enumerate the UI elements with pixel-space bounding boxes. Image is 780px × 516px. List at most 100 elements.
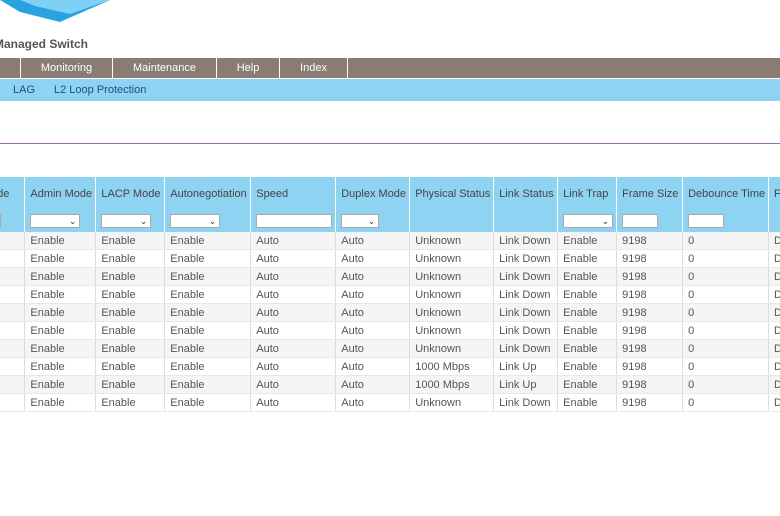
col-header[interactable]: Frame Size [616,177,684,210]
col-header[interactable]: Link Status [493,177,559,210]
table-cell: D [768,357,780,376]
chevron-down-icon: ⌄ [367,216,376,226]
table-cell: Auto [250,375,337,394]
table-cell: 9198 [616,303,684,322]
filter-select-duplex-mode[interactable]: ⌄ [341,214,380,228]
table-row[interactable]: eEnableEnableEnableAutoAutoUnknownLink D… [0,285,780,304]
col-header[interactable]: Physical Status [409,177,495,210]
table-cell: 9198 [616,393,684,412]
table-cell: e [0,285,26,304]
nav-help[interactable]: Help [217,58,280,78]
filter-input-debounce-time[interactable] [688,214,725,228]
filter-input-speed[interactable] [256,214,333,228]
table-row[interactable]: eEnableEnableEnableAutoAutoUnknownLink D… [0,321,780,340]
table-cell: D [768,339,780,358]
table-row[interactable]: eEnableEnableEnableAutoAutoUnknownLink D… [0,303,780,322]
table-cell: 9198 [616,249,684,268]
table-cell: Auto [335,285,411,304]
filter-select-lacp-mode[interactable]: ⌄ [101,214,152,228]
table-cell: Link Down [493,249,559,268]
table-cell: Enable [164,393,252,412]
table-cell: Link Down [493,303,559,322]
table-cell: Unknown [409,267,495,286]
filter-select-link-trap[interactable]: ⌄ [563,214,614,228]
table-cell: Enable [24,267,97,286]
table-cell: Enable [24,303,97,322]
table-cell: e [0,393,26,412]
table-cell: D [768,285,780,304]
table-row[interactable]: eEnableEnableEnableAutoAutoUnknownLink D… [0,393,780,412]
sub-nav: LAG L2 Loop Protection [0,79,780,101]
table-cell: Enable [24,321,97,340]
table-cell: Enable [164,232,252,250]
subnav-lag[interactable]: LAG [13,84,35,96]
table-cell: Link Up [493,375,559,394]
col-header[interactable]: Admin Mode [24,177,97,210]
filter-select-mode[interactable]: ⌄ [0,214,1,228]
table-cell: Auto [250,303,337,322]
table-cell: Unknown [409,393,495,412]
table-cell: Auto [335,321,411,340]
filter-select-autonegotiation[interactable]: ⌄ [170,214,221,228]
nav-index[interactable]: Index [280,58,348,78]
table-cell: e [0,357,26,376]
table-cell: Auto [335,375,411,394]
table-row[interactable]: eEnableEnableEnableAutoAuto1000 MbpsLink… [0,375,780,394]
filter-select-admin-mode[interactable]: ⌄ [30,214,81,228]
table-row[interactable]: eEnableEnableEnableAutoAutoUnknownLink D… [0,339,780,358]
table-row[interactable]: eEnableEnableEnableAutoAutoUnknownLink D… [0,267,780,286]
table-cell: Auto [335,249,411,268]
table-cell: 0 [682,321,770,340]
col-header[interactable]: F [768,177,780,210]
subnav-l2-loop-protection[interactable]: L2 Loop Protection [54,84,146,96]
table-cell: Unknown [409,249,495,268]
table-cell: 9198 [616,375,684,394]
filter-input-frame-size[interactable] [622,214,659,228]
table-cell: Enable [164,303,252,322]
col-header[interactable]: Autonegotiation [164,177,252,210]
table-cell: Enable [557,232,618,250]
table-cell: Auto [335,232,411,250]
table-cell: 0 [682,303,770,322]
table-cell: 0 [682,285,770,304]
col-header[interactable]: Speed [250,177,337,210]
table-cell: Auto [250,249,337,268]
table-cell: Enable [164,357,252,376]
nav-maintenance[interactable]: Maintenance [113,58,217,78]
col-header[interactable]: Duplex Mode [335,177,411,210]
col-header[interactable]: Debounce Time [682,177,770,210]
table-body: eEnableEnableEnableAutoAutoUnknownLink D… [0,232,780,412]
table-cell: Link Down [493,339,559,358]
table-cell: Enable [557,321,618,340]
table-cell: Enable [164,249,252,268]
brand-logo [0,0,110,22]
table-cell: Enable [95,267,166,286]
table-row[interactable]: eEnableEnableEnableAutoAutoUnknownLink D… [0,232,780,250]
col-header[interactable]: Link Trap [557,177,618,210]
table-header-row: ode Admin Mode LACP Mode Autonegotiation… [0,177,780,210]
table-cell: Enable [95,303,166,322]
table-row[interactable]: eEnableEnableEnableAutoAutoUnknownLink D… [0,249,780,268]
table-cell: Auto [250,339,337,358]
table-cell: D [768,267,780,286]
table-cell: Enable [557,375,618,394]
table-row[interactable]: eEnableEnableEnableAutoAuto1000 MbpsLink… [0,357,780,376]
table-cell: 9198 [616,339,684,358]
table-cell: Enable [24,357,97,376]
table-cell: Unknown [409,285,495,304]
table-cell: Enable [95,375,166,394]
chevron-down-icon: ⌄ [601,216,610,226]
table-cell: 9198 [616,232,684,250]
nav-monitoring[interactable]: Monitoring [21,58,113,78]
table-cell: Auto [335,393,411,412]
table-cell: 0 [682,249,770,268]
table-cell: e [0,321,26,340]
main-nav-stub[interactable] [0,58,21,78]
col-header[interactable]: LACP Mode [95,177,166,210]
table-cell: 9198 [616,321,684,340]
table-cell: D [768,375,780,394]
table-cell: Enable [24,393,97,412]
table-cell: e [0,375,26,394]
col-header[interactable]: ode [0,177,26,210]
table-cell: Auto [250,321,337,340]
